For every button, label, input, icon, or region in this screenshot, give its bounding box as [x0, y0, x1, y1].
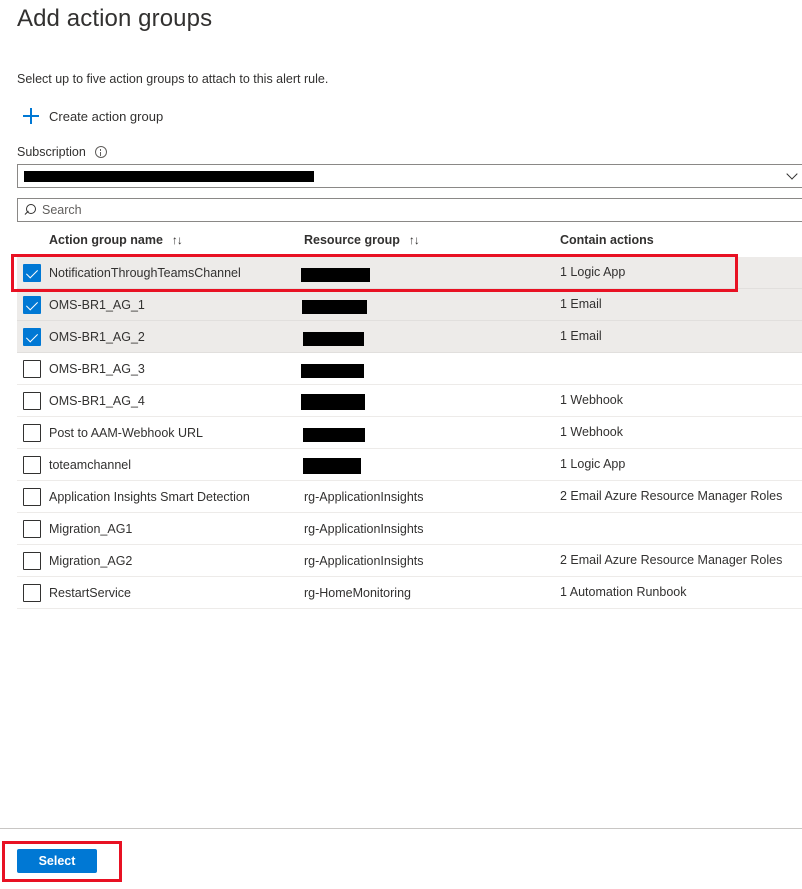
- table-row[interactable]: OMS-BR1_AG_3: [17, 353, 802, 385]
- table-row[interactable]: Application Insights Smart Detection rg-…: [17, 481, 802, 513]
- resource-group-redaction: [301, 394, 365, 410]
- row-checkbox[interactable]: [23, 488, 41, 506]
- contain-actions: 1 Webhook: [560, 425, 624, 439]
- select-button[interactable]: Select: [17, 849, 97, 873]
- row-checkbox[interactable]: [23, 392, 41, 410]
- resource-group-name: rg-ApplicationInsights: [304, 554, 424, 568]
- row-checkbox[interactable]: [23, 552, 41, 570]
- resource-group-redaction: [302, 300, 367, 314]
- subscription-value-redaction: [24, 171, 314, 182]
- action-group-name: toteamchannel: [49, 458, 132, 472]
- table-row[interactable]: OMS-BR1_AG_4 1 Webhook: [17, 385, 802, 417]
- table-row[interactable]: toteamchannel 1 Logic App: [17, 449, 802, 481]
- info-icon[interactable]: [94, 146, 107, 158]
- subscription-dropdown[interactable]: [17, 164, 802, 188]
- column-header-resource-group-label: Resource group: [304, 233, 400, 247]
- table-row[interactable]: OMS-BR1_AG_2 1 Email: [17, 321, 802, 353]
- row-checkbox[interactable]: [23, 424, 41, 442]
- column-header-actions-label: Contain actions: [560, 233, 654, 247]
- row-checkbox[interactable]: [23, 296, 41, 314]
- row-checkbox[interactable]: [23, 520, 41, 538]
- table-row[interactable]: Migration_AG1 rg-ApplicationInsights: [17, 513, 802, 545]
- table-row[interactable]: RestartService rg-HomeMonitoring 1 Autom…: [17, 577, 802, 609]
- resource-group-name: rg-ApplicationInsights: [304, 522, 424, 536]
- contain-actions: 1 Email: [560, 329, 602, 343]
- action-group-name: RestartService: [49, 586, 131, 600]
- action-group-table-body: NotificationThroughTeamsChannel 1 Logic …: [17, 257, 802, 609]
- action-group-name: Post to AAM-Webhook URL: [49, 426, 204, 440]
- search-icon: [24, 204, 36, 216]
- plus-icon: [22, 107, 40, 125]
- create-action-group-label: Create action group: [49, 108, 164, 124]
- search-box: [17, 198, 802, 222]
- contain-actions: 2 Email Azure Resource Manager Roles: [560, 553, 783, 567]
- row-checkbox[interactable]: [23, 456, 41, 474]
- column-header-name-label: Action group name: [49, 233, 163, 247]
- sort-icon: ↑↓: [408, 233, 420, 247]
- resource-group-name: rg-ApplicationInsights: [304, 490, 424, 504]
- row-checkbox[interactable]: [23, 264, 41, 282]
- contain-actions: 1 Email: [560, 297, 602, 311]
- subscription-label-text: Subscription: [17, 145, 86, 159]
- create-action-group-button[interactable]: Create action group: [22, 105, 163, 127]
- table-row[interactable]: Post to AAM-Webhook URL 1 Webhook: [17, 417, 802, 449]
- resource-group-redaction: [301, 268, 370, 282]
- action-group-name: OMS-BR1_AG_3: [49, 362, 145, 376]
- table-header: Action group name ↑↓ Resource group ↑↓ C…: [17, 226, 802, 256]
- row-checkbox[interactable]: [23, 360, 41, 378]
- table-row[interactable]: Migration_AG2 rg-ApplicationInsights 2 E…: [17, 545, 802, 577]
- panel-description: Select up to five action groups to attac…: [17, 72, 329, 86]
- contain-actions: 2 Email Azure Resource Manager Roles: [560, 489, 783, 503]
- table-row[interactable]: NotificationThroughTeamsChannel 1 Logic …: [17, 257, 802, 289]
- sort-icon: ↑↓: [171, 233, 183, 247]
- panel-title: Add action groups: [17, 5, 213, 32]
- action-group-name: OMS-BR1_AG_4: [49, 394, 145, 408]
- resource-group-redaction: [303, 458, 361, 474]
- row-checkbox[interactable]: [23, 328, 41, 346]
- chevron-down-icon: [786, 168, 798, 180]
- column-header-resource-group[interactable]: Resource group ↑↓: [304, 233, 420, 247]
- search-input[interactable]: [42, 203, 782, 217]
- resource-group-name: rg-HomeMonitoring: [304, 586, 411, 600]
- contain-actions: 1 Webhook: [560, 393, 624, 407]
- action-group-name: OMS-BR1_AG_2: [49, 330, 145, 344]
- row-checkbox[interactable]: [23, 584, 41, 602]
- column-header-actions: Contain actions: [560, 233, 654, 247]
- action-group-name: Migration_AG1: [49, 522, 133, 536]
- resource-group-redaction: [303, 428, 365, 442]
- action-group-name: OMS-BR1_AG_1: [49, 298, 145, 312]
- resource-group-redaction: [303, 332, 364, 346]
- subscription-label: Subscription: [17, 145, 107, 159]
- action-group-name: NotificationThroughTeamsChannel: [49, 266, 241, 280]
- action-group-name: Migration_AG2: [49, 554, 133, 568]
- contain-actions: 1 Logic App: [560, 457, 626, 471]
- contain-actions: 1 Logic App: [560, 265, 626, 279]
- action-group-name: Application Insights Smart Detection: [49, 490, 250, 504]
- resource-group-redaction: [301, 364, 364, 378]
- contain-actions: 1 Automation Runbook: [560, 585, 687, 599]
- column-header-name[interactable]: Action group name ↑↓: [49, 233, 183, 247]
- footer-divider: [0, 828, 802, 829]
- table-row[interactable]: OMS-BR1_AG_1 1 Email: [17, 289, 802, 321]
